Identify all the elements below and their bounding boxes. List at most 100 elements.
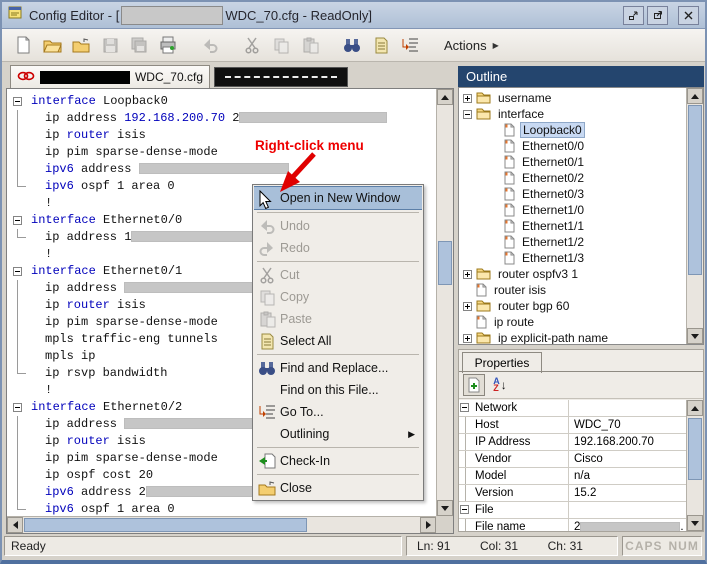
new-file-button[interactable] [10, 32, 36, 58]
keyword-token: interface [31, 94, 96, 108]
property-value[interactable]: WDC_70 [569, 417, 686, 433]
collapse-expander-icon[interactable] [13, 403, 22, 412]
horizontal-scroll-thumb[interactable] [24, 518, 307, 532]
tab-active-wdc70[interactable]: WDC_70.cfg [10, 65, 210, 88]
menu-item-go-to[interactable]: Go To... [254, 401, 422, 423]
add-property-button[interactable] [463, 374, 485, 396]
expand-icon[interactable] [463, 270, 472, 279]
property-name: File name [459, 519, 569, 531]
collapse-expander-icon[interactable] [13, 216, 22, 225]
outline-item-router-bgp-60[interactable]: router bgp 60 [459, 298, 686, 314]
code-line[interactable]: ip pim sparse-dense-mode [7, 144, 436, 161]
close-file-folder-button[interactable] [68, 32, 94, 58]
property-value[interactable]: 192.168.200.70 [569, 434, 686, 450]
outline-item-ethernet0-1[interactable]: Ethernet0/1 [459, 154, 686, 170]
tree-connector [17, 416, 18, 433]
vertical-scroll-thumb[interactable] [438, 241, 452, 285]
outline-item-ethernet0-0[interactable]: Ethernet0/0 [459, 138, 686, 154]
code-line[interactable]: interface Loopback0 [7, 93, 436, 110]
folder-icon [476, 268, 491, 280]
tab-inactive-redacted[interactable] [214, 67, 348, 87]
outline-item-ethernet1-2[interactable]: Ethernet1/2 [459, 234, 686, 250]
document-icon [504, 235, 515, 249]
menu-item-close[interactable]: Close [254, 477, 422, 499]
outline-item-ethernet0-3[interactable]: Ethernet0/3 [459, 186, 686, 202]
expand-icon[interactable] [463, 94, 472, 103]
outline-tree[interactable]: usernameinterfaceLoopback0Ethernet0/0Eth… [458, 87, 704, 345]
minimize-button[interactable] [623, 6, 644, 25]
keyword-token: interface [31, 400, 96, 414]
property-value[interactable]: n/a [569, 468, 686, 484]
outline-item-ethernet0-2[interactable]: Ethernet0/2 [459, 170, 686, 186]
properties-scroll-thumb[interactable] [688, 418, 702, 480]
code-line[interactable]: ipv6 ospf 1 area 0 [7, 501, 436, 516]
actions-menu[interactable]: Actions ▶ [444, 38, 499, 53]
menu-item-outlining[interactable]: Outlining▶ [254, 423, 422, 445]
goto-button[interactable] [397, 32, 423, 58]
tree-connector [17, 314, 18, 331]
status-line-number: Ln: 91 [417, 539, 450, 553]
outline-item-ip-route[interactable]: ip route [459, 314, 686, 330]
find-button[interactable] [339, 32, 365, 58]
properties-scrollbar[interactable] [686, 400, 703, 531]
outline-item-label: Ethernet0/2 [520, 171, 586, 185]
print-button[interactable] [155, 32, 181, 58]
outline-item-ethernet1-1[interactable]: Ethernet1/1 [459, 218, 686, 234]
collapse-icon[interactable] [460, 403, 469, 412]
expand-icon[interactable] [463, 334, 472, 343]
outline-item-interface[interactable]: interface [459, 106, 686, 122]
property-row-model: Modeln/a [459, 468, 686, 485]
outline-item-label: Ethernet0/1 [520, 155, 586, 169]
scroll-up-button[interactable] [437, 89, 453, 105]
select-all-button[interactable] [368, 32, 394, 58]
outline-item-router-isis[interactable]: router isis [459, 282, 686, 298]
cut-button [239, 32, 265, 58]
scroll-down-button[interactable] [437, 500, 453, 516]
editor-vertical-scrollbar[interactable] [436, 89, 453, 516]
menu-item-find-and-replace[interactable]: Find and Replace... [254, 357, 422, 379]
category-value-empty [569, 502, 686, 518]
outline-scroll-up-button[interactable] [687, 88, 703, 104]
outline-item-router-ospfv3-1[interactable]: router ospfv3 1 [459, 266, 686, 282]
outline-item-username[interactable]: username [459, 90, 686, 106]
open-file-button[interactable] [39, 32, 65, 58]
editor-horizontal-scrollbar[interactable] [7, 516, 436, 533]
outline-header: Outline [458, 66, 704, 87]
outline-item-ethernet1-0[interactable]: Ethernet1/0 [459, 202, 686, 218]
outline-scroll-down-button[interactable] [687, 328, 703, 344]
properties-scroll-down-button[interactable] [687, 515, 703, 531]
menu-item-find-on-this-file[interactable]: Find on this File... [254, 379, 422, 401]
tab-properties[interactable]: Properties [462, 352, 542, 373]
collapse-icon[interactable] [463, 110, 472, 119]
sort-alphabetical-button[interactable]: AZ↓ [489, 374, 511, 396]
outline-item-label: Loopback0 [520, 122, 585, 138]
outline-item-ip-explicit-path-name[interactable]: ip explicit-path name [459, 330, 686, 345]
code-line[interactable]: ip router isis [7, 127, 436, 144]
collapse-expander-icon[interactable] [13, 97, 22, 106]
outline-item-ethernet1-3[interactable]: Ethernet1/3 [459, 250, 686, 266]
properties-scroll-up-button[interactable] [687, 400, 703, 416]
property-value[interactable]: Cisco [569, 451, 686, 467]
paste-icon [254, 311, 280, 328]
maximize-button[interactable] [647, 6, 668, 25]
property-value[interactable]: 15.2 [569, 485, 686, 501]
outline-scrollbar[interactable] [686, 88, 703, 344]
property-value-suffix: . [680, 521, 683, 531]
property-value[interactable]: 2. [569, 519, 686, 531]
outline-scroll-thumb[interactable] [688, 105, 702, 275]
close-button[interactable] [678, 6, 699, 25]
redo-icon [254, 240, 280, 256]
tab-redaction [40, 71, 130, 84]
scroll-right-button[interactable] [420, 517, 436, 533]
menu-item-check-in[interactable]: Check-In [254, 450, 422, 472]
expand-icon[interactable] [463, 302, 472, 311]
collapse-expander-icon[interactable] [13, 267, 22, 276]
text-token: isis [110, 298, 146, 312]
scroll-left-button[interactable] [7, 517, 23, 533]
menu-item-select-all[interactable]: Select All [254, 330, 422, 352]
code-line[interactable]: ipv6 address [7, 161, 436, 178]
document-icon [504, 219, 515, 233]
collapse-icon[interactable] [460, 505, 469, 514]
code-line[interactable]: ip address 192.168.200.70 2 [7, 110, 436, 127]
outline-item-loopback0[interactable]: Loopback0 [459, 122, 686, 138]
